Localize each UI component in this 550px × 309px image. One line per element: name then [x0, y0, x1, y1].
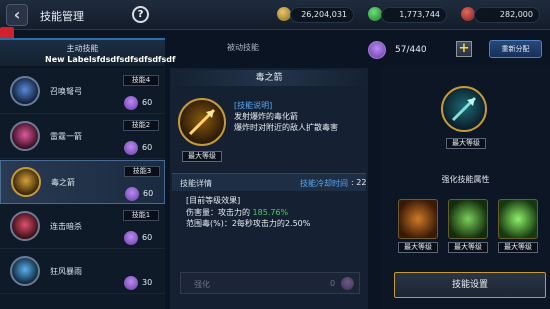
arrow-icon	[451, 96, 477, 122]
skill-level-badge: 技能3	[124, 166, 160, 177]
effect-damage: 伤害量：攻击力的 185.76%	[186, 207, 288, 218]
skill-name: 连击暗杀	[50, 222, 82, 231]
arrow-icon	[188, 108, 216, 136]
skill-cost: 60	[143, 189, 154, 198]
compass-target-icon[interactable]	[398, 199, 438, 239]
description-line: 爆炸时对附近的敌人扩散毒害	[234, 123, 338, 132]
skill-point-icon	[124, 231, 138, 245]
red-gem-icon	[461, 7, 475, 21]
skill-row-crossbow[interactable]: 召唤弩弓 技能4 60	[0, 70, 165, 114]
skill-row-storm[interactable]: 狂风暴雨 30	[0, 250, 165, 294]
redistribute-button[interactable]: 重新分配	[489, 40, 542, 58]
skill-name: 毒之箭	[51, 178, 75, 187]
max-level-badge: 最大等级	[498, 242, 538, 253]
skill-row-assassinate[interactable]: 连击暗杀 技能1 60	[0, 205, 165, 249]
skill-level-badge: 技能1	[123, 210, 159, 221]
green-fist-icon[interactable]	[498, 199, 538, 239]
skill-row-poison-arrow[interactable]: 毒之箭 技能3 60	[0, 160, 165, 204]
skill-point-icon	[124, 96, 138, 110]
cooldown-label: 技能冷却时间	[300, 179, 348, 188]
enhance-attributes-title: 强化技能属性	[441, 175, 490, 184]
max-level-badge: 最大等级	[448, 242, 488, 253]
tab-passive-skills[interactable]: 被动技能	[168, 42, 318, 53]
assassinate-icon	[10, 211, 40, 241]
page-title: 技能管理	[40, 10, 84, 23]
skill-point-icon	[124, 276, 138, 290]
description-line: 发射爆炸的毒化箭	[234, 112, 298, 121]
poison-arrow-icon	[178, 98, 226, 146]
skill-settings-button[interactable]: 技能设置	[394, 272, 546, 298]
green-gem-amount: 1,773,744	[381, 7, 447, 23]
skill-point-icon	[368, 41, 386, 59]
back-button[interactable]: ‹	[6, 4, 28, 26]
storm-icon	[10, 256, 40, 286]
cooldown-value: : 22	[351, 178, 367, 187]
effect-damage-value: 185.76%	[252, 208, 289, 217]
skill-detail-label: 技能详情	[180, 179, 212, 188]
strengthen-label: 强化	[194, 280, 210, 289]
skill-level-badge: 技能2	[123, 120, 159, 131]
skill-name: 雷霆一箭	[50, 132, 82, 141]
skill-list: 召唤弩弓 技能4 60 雷霆一箭 技能2 60 毒之箭 技能3 60 连击暗杀 …	[0, 68, 165, 309]
max-level-badge: 最大等级	[446, 138, 486, 149]
back-arrow-icon: ‹	[13, 5, 21, 24]
thunder-arrow-icon	[10, 121, 40, 151]
skill-title: 毒之箭	[170, 70, 368, 86]
skill-row-thunder-arrow[interactable]: 雷霆一箭 技能2 60	[0, 115, 165, 159]
skill-point-icon	[124, 141, 138, 155]
skill-level-badge: 技能4	[123, 75, 159, 86]
skill-cost: 30	[142, 278, 153, 287]
green-gem-icon	[368, 7, 382, 21]
gold-coin-icon	[277, 7, 291, 21]
effect-damage-label: 伤害量：攻击力的	[186, 208, 253, 217]
description-heading: [技能说明]	[234, 101, 273, 110]
skill-name: 狂风暴雨	[50, 267, 82, 276]
skill-point-icon	[125, 187, 139, 201]
strengthen-cost: 0	[330, 279, 336, 288]
skill-cost: 60	[142, 233, 153, 242]
poison-arrow-icon	[441, 86, 487, 132]
crossbow-icon	[10, 76, 40, 106]
skill-cost: 60	[142, 98, 153, 107]
red-gem-amount: 282,000	[474, 7, 540, 23]
skill-cost: 60	[142, 143, 153, 152]
poison-arrow-icon	[11, 167, 41, 197]
tab-active-skills-sublabel: New Labelsfdsdfsdfsdfsdfsdf	[45, 55, 176, 64]
max-level-badge: 最大等级	[182, 151, 222, 162]
help-button[interactable]: ?	[132, 6, 149, 23]
skill-point-count: 57/440	[395, 45, 427, 55]
effect-poison-range: 范围毒(%)：2每秒攻击力的2.50%	[186, 219, 311, 228]
add-skill-points-button[interactable]: +	[456, 41, 472, 57]
poison-skull-icon[interactable]	[448, 199, 488, 239]
tab-active-skills-label: 主动技能	[66, 44, 99, 53]
max-level-badge: 最大等级	[398, 242, 438, 253]
skill-name: 召唤弩弓	[50, 87, 82, 96]
effect-heading: [目前等级效果]	[186, 196, 241, 205]
gold-amount: 26,204,031	[290, 7, 354, 23]
skill-point-icon	[341, 277, 354, 290]
